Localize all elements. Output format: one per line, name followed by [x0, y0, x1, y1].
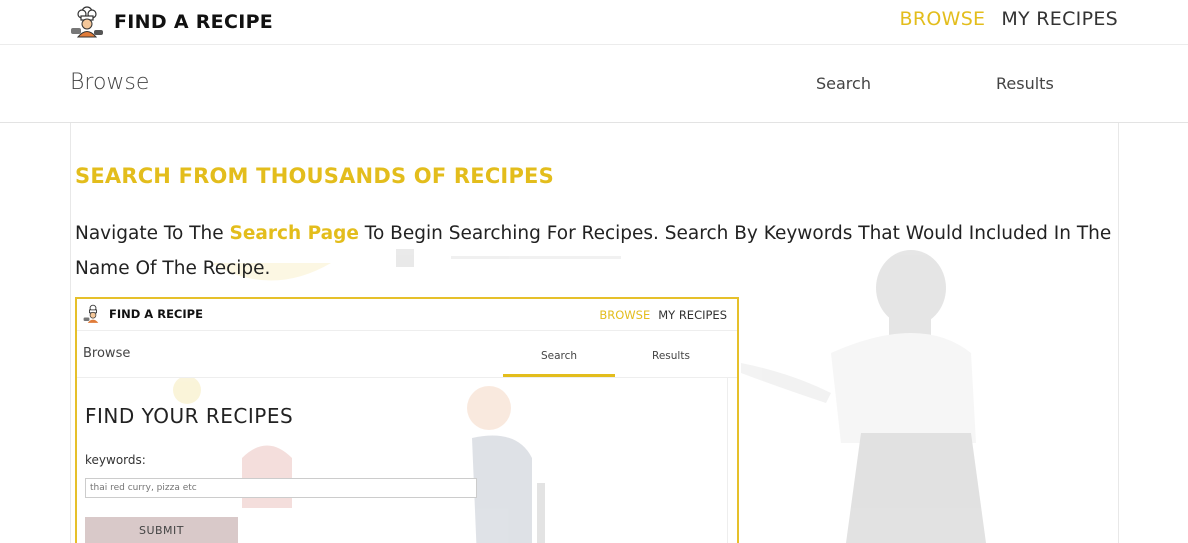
preview-body: FIND YOUR RECIPES keywords: SUBMIT	[77, 378, 728, 543]
preview-brand: FIND A RECIPE	[83, 304, 203, 324]
preview-brand-title: FIND A RECIPE	[109, 307, 203, 321]
tab-results[interactable]: Results	[996, 74, 1054, 93]
preview-heading: FIND YOUR RECIPES	[85, 404, 294, 428]
page-title: Browse	[70, 70, 150, 95]
preview-nav: BROWSE MY RECIPES	[599, 308, 727, 322]
nav-my-recipes[interactable]: MY RECIPES	[1001, 8, 1118, 30]
preview-page-title: Browse	[83, 346, 131, 361]
preview-nav-my-recipes: MY RECIPES	[658, 308, 727, 322]
nav-browse[interactable]: BROWSE	[900, 8, 986, 30]
preview-tab-results: Results	[652, 350, 690, 362]
main-content: SEARCH FROM THOUSANDS OF RECIPES Navigat…	[70, 123, 1119, 543]
sub-navbar: Browse Search Results	[0, 45, 1188, 123]
search-page-link[interactable]: Search Page	[230, 223, 359, 244]
preview-keywords-input	[85, 478, 477, 498]
preview-subbar: Browse Search Results	[77, 331, 737, 378]
search-page-preview: FIND A RECIPE BROWSE MY RECIPES Browse S…	[75, 297, 739, 543]
preview-active-tab-indicator	[503, 374, 615, 377]
brand[interactable]: FIND A RECIPE	[70, 4, 273, 40]
description: Navigate To The Search Page To Begin Sea…	[75, 216, 1115, 286]
preview-nav-browse: BROWSE	[599, 308, 651, 322]
description-before: Navigate To The	[75, 223, 230, 244]
preview-navbar: FIND A RECIPE BROWSE MY RECIPES	[77, 299, 737, 331]
preview-tab-search: Search	[541, 350, 578, 362]
headline: SEARCH FROM THOUSANDS OF RECIPES	[75, 164, 554, 188]
chef-icon	[71, 6, 103, 38]
preview-submit-button: SUBMIT	[85, 517, 238, 543]
top-navbar: FIND A RECIPE BROWSE MY RECIPES	[0, 0, 1188, 45]
preview-keywords-label: keywords:	[85, 453, 146, 467]
tab-search[interactable]: Search	[816, 74, 871, 93]
preview-chef-icon	[83, 304, 99, 323]
brand-title: FIND A RECIPE	[114, 11, 274, 33]
main-nav: BROWSE MY RECIPES	[900, 8, 1118, 30]
